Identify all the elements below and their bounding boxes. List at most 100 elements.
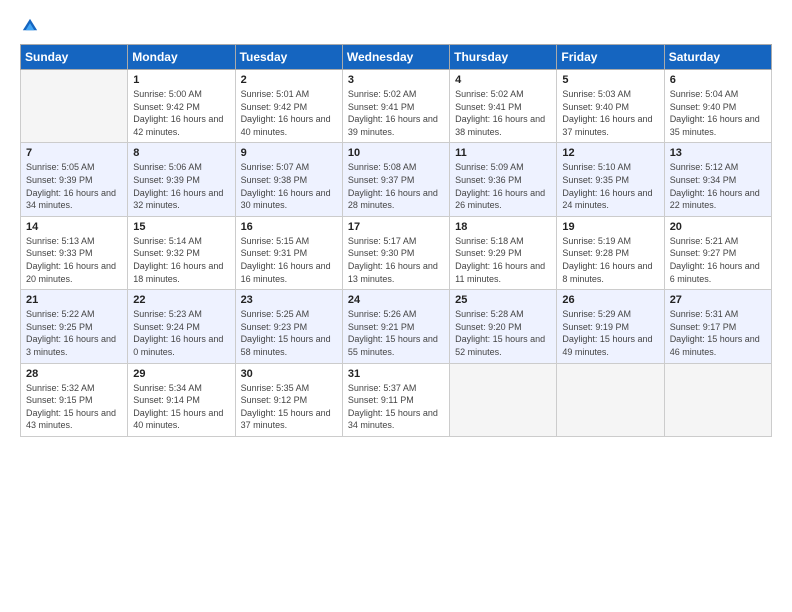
day-number: 19: [562, 221, 658, 233]
day-detail: Sunrise: 5:21 AMSunset: 9:27 PMDaylight:…: [670, 236, 760, 284]
day-detail: Sunrise: 5:15 AMSunset: 9:31 PMDaylight:…: [241, 236, 331, 284]
weekday-header: Tuesday: [235, 45, 342, 70]
day-number: 15: [133, 221, 229, 233]
day-number: 24: [348, 294, 444, 306]
day-detail: Sunrise: 5:17 AMSunset: 9:30 PMDaylight:…: [348, 236, 438, 284]
day-detail: Sunrise: 5:28 AMSunset: 9:20 PMDaylight:…: [455, 309, 545, 357]
day-number: 29: [133, 368, 229, 380]
weekday-header: Friday: [557, 45, 664, 70]
weekday-header: Sunday: [21, 45, 128, 70]
day-detail: Sunrise: 5:32 AMSunset: 9:15 PMDaylight:…: [26, 383, 116, 431]
calendar-cell: 12 Sunrise: 5:10 AMSunset: 9:35 PMDayligh…: [557, 143, 664, 216]
day-number: 23: [241, 294, 337, 306]
header: [20, 16, 772, 36]
calendar-cell: 23 Sunrise: 5:25 AMSunset: 9:23 PMDayligh…: [235, 290, 342, 363]
calendar-cell: 2 Sunrise: 5:01 AMSunset: 9:42 PMDaylight…: [235, 70, 342, 143]
day-number: 20: [670, 221, 766, 233]
calendar-cell: 6Sunrise: 5:04 AMSunset: 9:40 PMDaylight…: [664, 70, 771, 143]
day-number: 30: [241, 368, 337, 380]
day-number: 3: [348, 74, 444, 86]
calendar-cell: 11 Sunrise: 5:09 AMSunset: 9:36 PMDayligh…: [450, 143, 557, 216]
day-detail: Sunrise: 5:23 AMSunset: 9:24 PMDaylight:…: [133, 309, 223, 357]
day-detail: Sunrise: 5:35 AMSunset: 9:12 PMDaylight:…: [241, 383, 331, 431]
logo-icon: [20, 16, 40, 36]
calendar-cell: 8 Sunrise: 5:06 AMSunset: 9:39 PMDaylight…: [128, 143, 235, 216]
day-number: 31: [348, 368, 444, 380]
day-number: 10: [348, 147, 444, 159]
calendar-cell: 17Sunrise: 5:17 AMSunset: 9:30 PMDayligh…: [342, 216, 449, 289]
calendar-cell: 1Sunrise: 5:00 AMSunset: 9:42 PMDaylight…: [128, 70, 235, 143]
calendar-cell: 27 Sunrise: 5:31 AMSunset: 9:17 PMDayligh…: [664, 290, 771, 363]
calendar-cell: 14Sunrise: 5:13 AMSunset: 9:33 PMDayligh…: [21, 216, 128, 289]
calendar-table: SundayMondayTuesdayWednesdayThursdayFrid…: [20, 44, 772, 437]
day-detail: Sunrise: 5:02 AMSunset: 9:41 PMDaylight:…: [348, 89, 438, 137]
calendar-cell: 25Sunrise: 5:28 AMSunset: 9:20 PMDayligh…: [450, 290, 557, 363]
day-number: 9: [241, 147, 337, 159]
calendar-cell: 5Sunrise: 5:03 AMSunset: 9:40 PMDaylight…: [557, 70, 664, 143]
weekday-header: Thursday: [450, 45, 557, 70]
day-detail: Sunrise: 5:10 AMSunset: 9:35 PMDaylight:…: [562, 162, 652, 210]
day-number: 7: [26, 147, 122, 159]
day-number: 2: [241, 74, 337, 86]
calendar-cell: 31Sunrise: 5:37 AMSunset: 9:11 PMDayligh…: [342, 363, 449, 436]
page: SundayMondayTuesdayWednesdayThursdayFrid…: [0, 0, 792, 612]
day-number: 16: [241, 221, 337, 233]
calendar-week: 28 Sunrise: 5:32 AMSunset: 9:15 PMDayligh…: [21, 363, 772, 436]
day-detail: Sunrise: 5:31 AMSunset: 9:17 PMDaylight:…: [670, 309, 760, 357]
logo: [20, 16, 44, 36]
calendar-cell: 9 Sunrise: 5:07 AMSunset: 9:38 PMDaylight…: [235, 143, 342, 216]
calendar-cell: 19 Sunrise: 5:19 AMSunset: 9:28 PMDayligh…: [557, 216, 664, 289]
day-detail: Sunrise: 5:25 AMSunset: 9:23 PMDaylight:…: [241, 309, 331, 357]
calendar-week: 1Sunrise: 5:00 AMSunset: 9:42 PMDaylight…: [21, 70, 772, 143]
day-detail: Sunrise: 5:29 AMSunset: 9:19 PMDaylight:…: [562, 309, 652, 357]
day-number: 18: [455, 221, 551, 233]
day-number: 1: [133, 74, 229, 86]
day-detail: Sunrise: 5:06 AMSunset: 9:39 PMDaylight:…: [133, 162, 223, 210]
day-detail: Sunrise: 5:04 AMSunset: 9:40 PMDaylight:…: [670, 89, 760, 137]
day-detail: Sunrise: 5:14 AMSunset: 9:32 PMDaylight:…: [133, 236, 223, 284]
calendar-cell: 21Sunrise: 5:22 AMSunset: 9:25 PMDayligh…: [21, 290, 128, 363]
header-row: SundayMondayTuesdayWednesdayThursdayFrid…: [21, 45, 772, 70]
day-detail: Sunrise: 5:02 AMSunset: 9:41 PMDaylight:…: [455, 89, 545, 137]
day-detail: Sunrise: 5:08 AMSunset: 9:37 PMDaylight:…: [348, 162, 438, 210]
day-number: 22: [133, 294, 229, 306]
weekday-header: Saturday: [664, 45, 771, 70]
calendar-cell: 22 Sunrise: 5:23 AMSunset: 9:24 PMDayligh…: [128, 290, 235, 363]
day-detail: Sunrise: 5:01 AMSunset: 9:42 PMDaylight:…: [241, 89, 331, 137]
weekday-header: Wednesday: [342, 45, 449, 70]
day-detail: Sunrise: 5:18 AMSunset: 9:29 PMDaylight:…: [455, 236, 545, 284]
calendar-cell: [450, 363, 557, 436]
calendar-cell: 13 Sunrise: 5:12 AMSunset: 9:34 PMDayligh…: [664, 143, 771, 216]
calendar-cell: 10 Sunrise: 5:08 AMSunset: 9:37 PMDayligh…: [342, 143, 449, 216]
day-number: 12: [562, 147, 658, 159]
day-detail: Sunrise: 5:22 AMSunset: 9:25 PMDaylight:…: [26, 309, 116, 357]
calendar-cell: 16 Sunrise: 5:15 AMSunset: 9:31 PMDayligh…: [235, 216, 342, 289]
calendar-cell: 29 Sunrise: 5:34 AMSunset: 9:14 PMDayligh…: [128, 363, 235, 436]
day-number: 26: [562, 294, 658, 306]
calendar-cell: 15 Sunrise: 5:14 AMSunset: 9:32 PMDayligh…: [128, 216, 235, 289]
day-detail: Sunrise: 5:05 AMSunset: 9:39 PMDaylight:…: [26, 162, 116, 210]
day-number: 13: [670, 147, 766, 159]
weekday-header: Monday: [128, 45, 235, 70]
day-number: 11: [455, 147, 551, 159]
calendar-week: 21Sunrise: 5:22 AMSunset: 9:25 PMDayligh…: [21, 290, 772, 363]
calendar-cell: [21, 70, 128, 143]
calendar-week: 7 Sunrise: 5:05 AMSunset: 9:39 PMDaylight…: [21, 143, 772, 216]
day-detail: Sunrise: 5:12 AMSunset: 9:34 PMDaylight:…: [670, 162, 760, 210]
calendar-cell: 20 Sunrise: 5:21 AMSunset: 9:27 PMDayligh…: [664, 216, 771, 289]
day-number: 4: [455, 74, 551, 86]
day-number: 8: [133, 147, 229, 159]
day-number: 27: [670, 294, 766, 306]
calendar-cell: 28 Sunrise: 5:32 AMSunset: 9:15 PMDayligh…: [21, 363, 128, 436]
day-detail: Sunrise: 5:34 AMSunset: 9:14 PMDaylight:…: [133, 383, 223, 431]
calendar-cell: [664, 363, 771, 436]
day-detail: Sunrise: 5:26 AMSunset: 9:21 PMDaylight:…: [348, 309, 438, 357]
day-number: 14: [26, 221, 122, 233]
calendar-cell: 18 Sunrise: 5:18 AMSunset: 9:29 PMDayligh…: [450, 216, 557, 289]
calendar-cell: 26 Sunrise: 5:29 AMSunset: 9:19 PMDayligh…: [557, 290, 664, 363]
day-detail: Sunrise: 5:09 AMSunset: 9:36 PMDaylight:…: [455, 162, 545, 210]
day-detail: Sunrise: 5:07 AMSunset: 9:38 PMDaylight:…: [241, 162, 331, 210]
day-number: 5: [562, 74, 658, 86]
day-detail: Sunrise: 5:19 AMSunset: 9:28 PMDaylight:…: [562, 236, 652, 284]
day-number: 28: [26, 368, 122, 380]
